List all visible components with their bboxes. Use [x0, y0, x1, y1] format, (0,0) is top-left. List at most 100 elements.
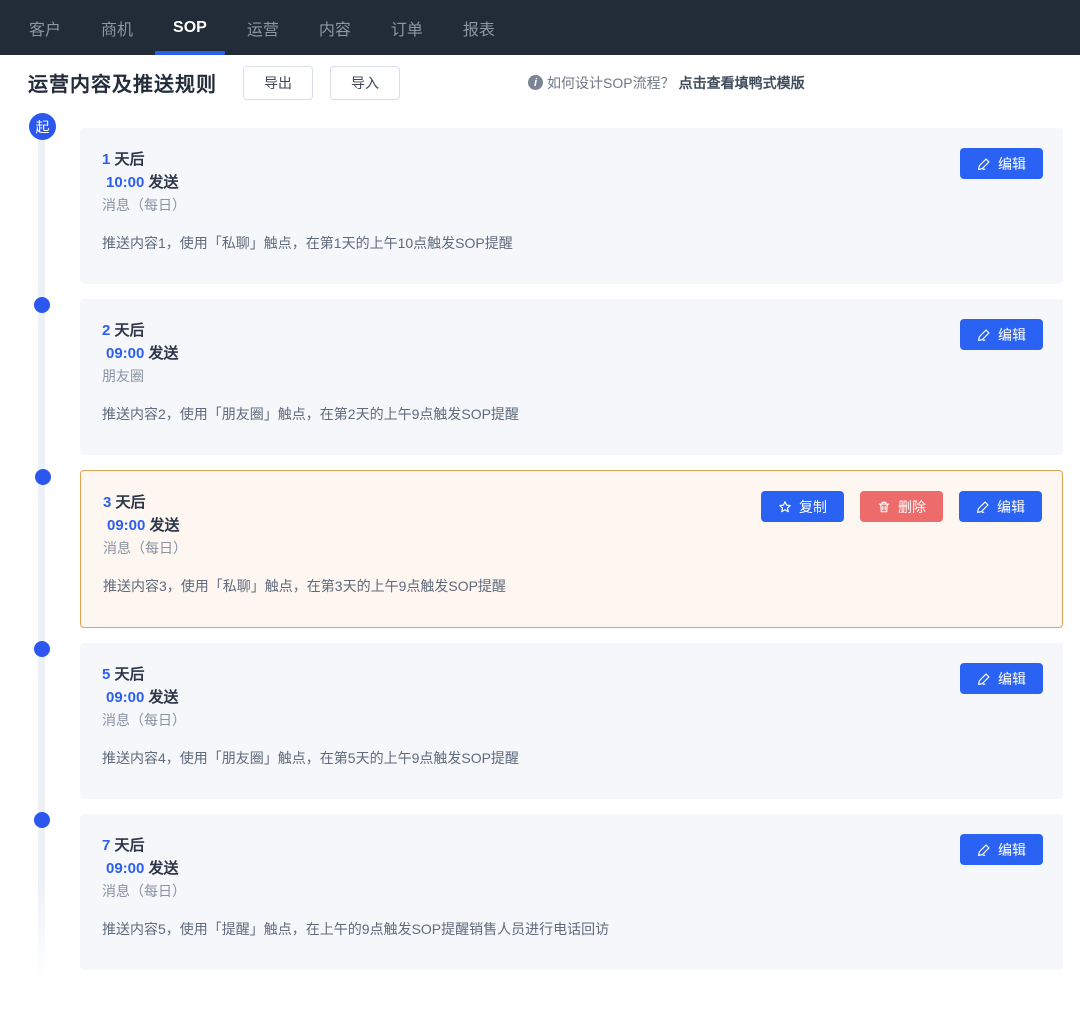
rule-schedule: 3 天后 09:00 发送 消息（每日） [103, 491, 187, 560]
rule-send-label: 发送 [149, 174, 179, 191]
rule-type: 消息（每日） [102, 709, 186, 732]
nav-tab-sop[interactable]: SOP [163, 0, 217, 55]
sop-timeline: 起 1 天后 10:00 发送 消息（每日） 编辑 推送内容1，使用「私聊」触点… [0, 110, 1080, 995]
help-template-link[interactable]: 点击查看填鸭式模版 [679, 73, 805, 93]
timeline-dot [34, 812, 50, 828]
rule-day-line: 3 天后 [103, 491, 187, 514]
edit-button[interactable]: 编辑 [960, 834, 1043, 865]
rule-time-line: 10:00 发送 [102, 171, 186, 194]
top-nav: 客户 商机 SOP 运营 内容 订单 报表 [0, 0, 1080, 55]
delete-button[interactable]: 删除 [860, 491, 943, 522]
rule-day-suffix: 天后 [115, 151, 145, 168]
rule-day-suffix: 天后 [115, 666, 145, 683]
timeline-line [38, 132, 45, 983]
page-header: 运营内容及推送规则 导出 导入 i 如何设计SOP流程？ 点击查看填鸭式模版 [0, 55, 1080, 110]
timeline-dot [34, 297, 50, 313]
edit-button-label: 编辑 [998, 325, 1026, 345]
trash-icon [877, 500, 891, 514]
rule-type: 消息（每日） [103, 537, 187, 560]
rule-time: 09:00 [107, 517, 145, 534]
rule-type: 消息（每日） [102, 194, 186, 217]
rule-schedule: 1 天后 10:00 发送 消息（每日） [102, 148, 186, 217]
rule-day-suffix: 天后 [115, 322, 145, 339]
rule-day-number: 2 [102, 322, 110, 339]
rule-time-line: 09:00 发送 [102, 686, 186, 709]
edit-button-label: 编辑 [998, 840, 1026, 860]
edit-button[interactable]: 编辑 [960, 148, 1043, 179]
pencil-icon [977, 328, 991, 342]
rule-time: 10:00 [106, 174, 144, 191]
rule-day-suffix: 天后 [115, 837, 145, 854]
rule-actions: 复制 删除 编辑 [761, 491, 1042, 522]
rule-day-number: 3 [103, 494, 111, 511]
rule-time-line: 09:00 发送 [102, 342, 179, 365]
nav-tab-label: 订单 [391, 16, 423, 40]
rule-schedule: 7 天后 09:00 发送 消息（每日） [102, 834, 186, 903]
nav-tab-content[interactable]: 内容 [309, 0, 361, 55]
edit-button[interactable]: 编辑 [960, 319, 1043, 350]
sop-rule-card[interactable]: 3 天后 09:00 发送 消息（每日） 复制 删除 编辑 推送内容3，使 [80, 470, 1063, 628]
pencil-icon [976, 500, 990, 514]
rule-day-number: 1 [102, 151, 110, 168]
rule-actions: 编辑 [960, 834, 1043, 865]
timeline-start-badge: 起 [29, 113, 56, 140]
rule-day-line: 2 天后 [102, 319, 179, 342]
rule-type: 消息（每日） [102, 880, 186, 903]
sop-card-list: 1 天后 10:00 发送 消息（每日） 编辑 推送内容1，使用「私聊」触点，在… [80, 128, 1063, 970]
sop-rule-card[interactable]: 1 天后 10:00 发送 消息（每日） 编辑 推送内容1，使用「私聊」触点，在… [80, 128, 1063, 284]
sop-rule-card[interactable]: 2 天后 09:00 发送 朋友圈 编辑 推送内容2，使用「朋友圈」触点，在第2… [80, 299, 1063, 455]
sop-rule-card[interactable]: 7 天后 09:00 发送 消息（每日） 编辑 推送内容5，使用「提醒」触点，在… [80, 814, 1063, 970]
rule-day-line: 1 天后 [102, 148, 186, 171]
rule-send-label: 发送 [150, 517, 180, 534]
timeline-dot [35, 469, 51, 485]
nav-tab-label: 报表 [463, 16, 495, 40]
edit-button-label: 编辑 [997, 497, 1025, 517]
rule-day-line: 7 天后 [102, 834, 186, 857]
nav-tab-label: 商机 [101, 16, 133, 40]
rule-description: 推送内容4，使用「朋友圈」触点，在第5天的上午9点触发SOP提醒 [102, 747, 1043, 769]
rule-time: 09:00 [106, 860, 144, 877]
rule-description: 推送内容5，使用「提醒」触点，在上午的9点触发SOP提醒销售人员进行电话回访 [102, 918, 1043, 940]
info-icon: i [528, 75, 543, 90]
nav-tab-reports[interactable]: 报表 [453, 0, 505, 55]
nav-tab-opportunities[interactable]: 商机 [91, 0, 143, 55]
edit-button-label: 编辑 [998, 669, 1026, 689]
edit-button-label: 编辑 [998, 154, 1026, 174]
nav-tab-label: 客户 [29, 16, 61, 40]
rule-day-line: 5 天后 [102, 663, 186, 686]
rule-day-number: 5 [102, 666, 110, 683]
rule-time: 09:00 [106, 689, 144, 706]
rule-day-number: 7 [102, 837, 110, 854]
pencil-icon [977, 672, 991, 686]
edit-button[interactable]: 编辑 [960, 663, 1043, 694]
rule-type: 朋友圈 [102, 365, 179, 388]
rule-time-line: 09:00 发送 [103, 514, 187, 537]
rule-description: 推送内容2，使用「朋友圈」触点，在第2天的上午9点触发SOP提醒 [102, 403, 1043, 425]
rule-send-label: 发送 [149, 345, 179, 362]
nav-tab-orders[interactable]: 订单 [381, 0, 433, 55]
nav-tab-operations[interactable]: 运营 [237, 0, 289, 55]
pencil-icon [977, 157, 991, 171]
import-button[interactable]: 导入 [330, 66, 400, 100]
help-text: 如何设计SOP流程？ [547, 73, 675, 93]
sop-help: i 如何设计SOP流程？ 点击查看填鸭式模版 [528, 73, 805, 93]
rule-actions: 编辑 [960, 319, 1043, 350]
copy-button[interactable]: 复制 [761, 491, 844, 522]
rule-actions: 编辑 [960, 663, 1043, 694]
nav-tab-customers[interactable]: 客户 [19, 0, 71, 55]
delete-button-label: 删除 [898, 497, 926, 517]
nav-tab-label: SOP [173, 19, 207, 37]
rule-send-label: 发送 [149, 860, 179, 877]
edit-button[interactable]: 编辑 [959, 491, 1042, 522]
star-icon [778, 500, 792, 514]
rule-time-line: 09:00 发送 [102, 857, 186, 880]
sop-rule-card[interactable]: 5 天后 09:00 发送 消息（每日） 编辑 推送内容4，使用「朋友圈」触点，… [80, 643, 1063, 799]
rule-time: 09:00 [106, 345, 144, 362]
export-button[interactable]: 导出 [243, 66, 313, 100]
rule-day-suffix: 天后 [116, 494, 146, 511]
nav-tab-label: 内容 [319, 16, 351, 40]
rule-send-label: 发送 [149, 689, 179, 706]
rule-description: 推送内容3，使用「私聊」触点，在第3天的上午9点触发SOP提醒 [103, 575, 1042, 597]
timeline-dot [34, 641, 50, 657]
pencil-icon [977, 843, 991, 857]
